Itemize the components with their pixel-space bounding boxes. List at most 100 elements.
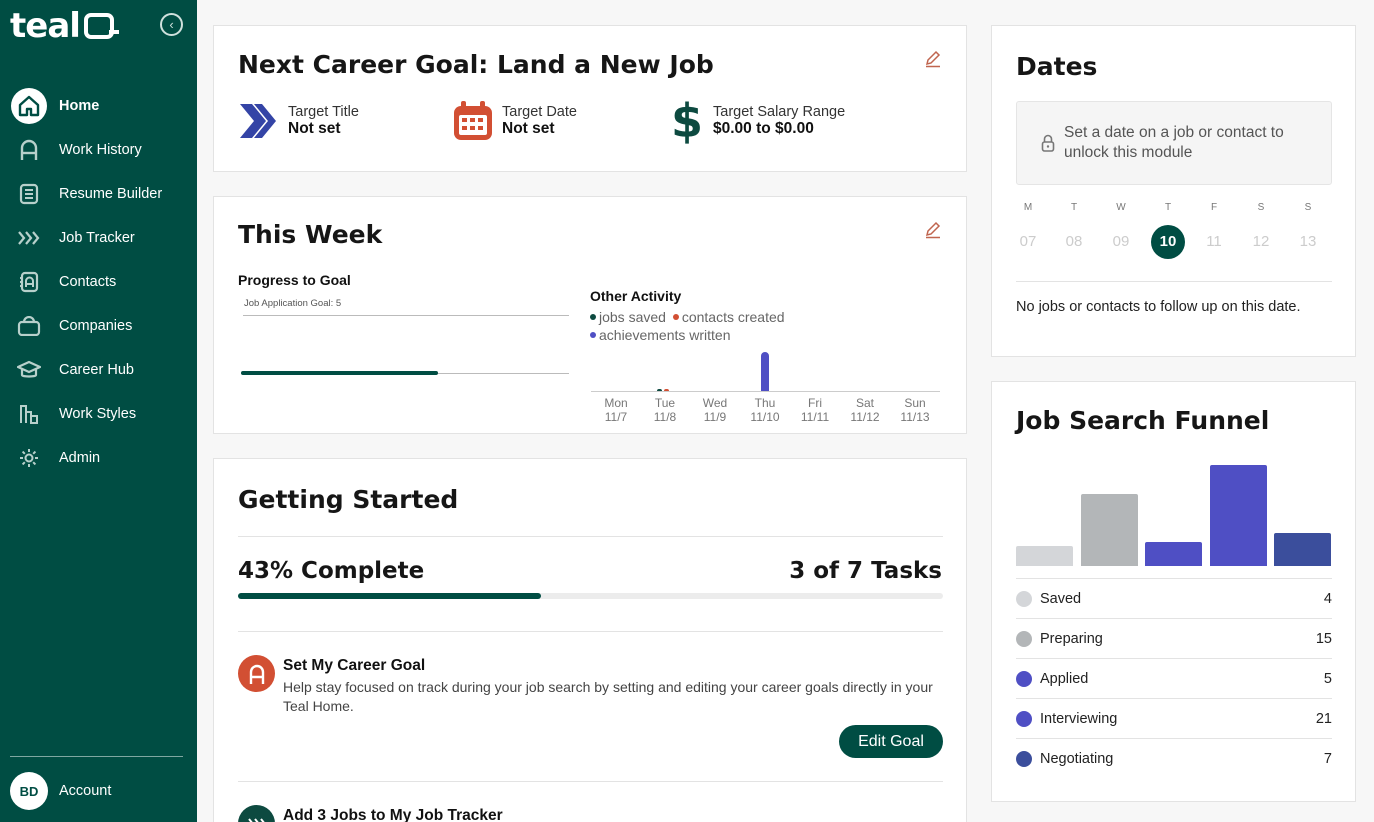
career-goal-title: Next Career Goal: Land a New Job [238, 50, 714, 79]
day-label-wed: Wed 11/9 [702, 396, 728, 424]
date-cell[interactable]: 12 [1244, 225, 1278, 259]
funnel-row-interviewing[interactable]: Interviewing 21 [1016, 698, 1332, 738]
person-icon [16, 137, 42, 163]
tue-jobs-bar [657, 389, 662, 391]
sidebar-item-companies[interactable]: Companies [0, 304, 197, 348]
this-week-title: This Week [238, 220, 383, 249]
goal-line [243, 315, 569, 316]
logo-mark-icon [83, 13, 119, 39]
getting-started-title: Getting Started [238, 485, 459, 514]
briefcase-icon [16, 313, 42, 339]
weekday-label: M [1023, 202, 1033, 213]
sidebar-item-label: Admin [59, 450, 101, 466]
funnel-row-saved[interactable]: Saved 4 [1016, 578, 1332, 618]
target-title-label: Target Title [288, 104, 359, 120]
sidebar-item-job-tracker[interactable]: Job Tracker [0, 216, 197, 260]
collapse-sidebar-button[interactable]: ‹ [160, 13, 183, 36]
target-salary-label: Target Salary Range [713, 104, 846, 120]
sidebar: teal ‹ Home Work History Resume Builder … [0, 0, 197, 822]
progress-to-goal-title: Progress to Goal [238, 272, 351, 288]
funnel-row-applied[interactable]: Applied 5 [1016, 658, 1332, 698]
percent-complete: 43% Complete [238, 558, 425, 584]
day-label-sat: Sat 11/12 [850, 396, 880, 424]
calendar-icon [452, 100, 494, 142]
edit-goal-pencil-icon[interactable] [924, 50, 944, 70]
other-activity-title: Other Activity [590, 288, 682, 304]
sidebar-item-home[interactable]: Home [0, 84, 197, 128]
tue-contacts-bar [664, 389, 669, 391]
date-cell[interactable]: 07 [1011, 225, 1045, 259]
activity-legend: jobs saved contacts created [590, 309, 785, 325]
bar-chart-icon [16, 401, 42, 427]
activity-baseline [591, 391, 940, 392]
sidebar-item-work-history[interactable]: Work History [0, 128, 197, 172]
status-dot [1016, 630, 1032, 647]
sidebar-item-label: Contacts [59, 274, 117, 290]
weekday-label: S [1257, 202, 1265, 213]
divider [238, 536, 943, 537]
this-week-card: This Week Progress to Goal Job Applicati… [213, 196, 967, 434]
sidebar-item-work-styles[interactable]: Work Styles [0, 392, 197, 436]
sidebar-item-contacts[interactable]: Contacts [0, 260, 197, 304]
day-label-sun: Sun 11/13 [900, 396, 930, 424]
task-description: Help stay focused on track during your j… [283, 679, 933, 714]
funnel-stage-name: Interviewing [1040, 710, 1118, 727]
sidebar-item-label: Companies [59, 318, 133, 334]
target-title-value: Not set [288, 120, 341, 137]
day-label-fri: Fri 11/11 [800, 396, 830, 424]
date-cell[interactable]: 11 [1197, 225, 1231, 259]
home-icon [11, 88, 47, 124]
weekday-label: S [1304, 202, 1312, 213]
funnel-bar-interviewing [1210, 465, 1267, 566]
job-search-funnel-card: Job Search Funnel Saved 4 Preparing 15 A… [991, 381, 1356, 802]
sidebar-divider [10, 756, 183, 757]
chevrons-icon [16, 225, 42, 251]
edit-goal-button[interactable]: Edit Goal [839, 725, 943, 758]
edit-week-pencil-icon[interactable] [924, 221, 944, 241]
funnel-bar-preparing [1081, 494, 1138, 566]
sidebar-item-resume-builder[interactable]: Resume Builder [0, 172, 197, 216]
funnel-bar-saved [1016, 546, 1073, 566]
contacts-created-dot [672, 314, 679, 320]
funnel-stage-count: 15 [1315, 630, 1332, 647]
funnel-title: Job Search Funnel [1016, 406, 1270, 435]
progress-to-goal-bar [241, 371, 438, 375]
divider [238, 781, 943, 782]
sidebar-item-label: Career Hub [59, 362, 134, 378]
date-cell[interactable]: 08 [1057, 225, 1091, 259]
career-goal-card: Next Career Goal: Land a New Job Target … [213, 25, 967, 172]
divider [238, 631, 943, 632]
funnel-bar-applied [1145, 542, 1202, 566]
lock-icon [1041, 134, 1055, 157]
target-salary-value: $0.00 to $0.00 [713, 120, 814, 137]
career-goal-task-icon [238, 655, 275, 692]
funnel-row-negotiating[interactable]: Negotiating 7 [1016, 738, 1332, 778]
sidebar-item-label: Resume Builder [59, 186, 163, 202]
funnel-stage-count: 5 [1323, 670, 1332, 687]
dates-empty-message: No jobs or contacts to follow up on this… [1016, 299, 1301, 315]
funnel-row-preparing[interactable]: Preparing 15 [1016, 618, 1332, 658]
sidebar-item-admin[interactable]: Admin [0, 436, 197, 480]
getting-started-progress-fill [238, 593, 542, 599]
getting-started-card: Getting Started 43% Complete 3 of 7 Task… [213, 458, 967, 822]
target-date-item: Target Date Not set [452, 100, 577, 142]
legend-jobs-saved: jobs saved [599, 309, 666, 325]
account-menu[interactable]: BD Account [10, 772, 111, 810]
teal-logo[interactable]: teal [10, 6, 119, 46]
document-icon [16, 181, 42, 207]
divider [1016, 281, 1332, 282]
sidebar-item-career-hub[interactable]: Career Hub [0, 348, 197, 392]
account-label: Account [59, 783, 112, 799]
locked-module-box: Set a date on a job or contact to unlock… [1016, 101, 1332, 185]
task-title: Set My Career Goal [283, 657, 426, 674]
date-cell-today[interactable]: 10 [1151, 225, 1185, 259]
sidebar-item-label: Home [59, 98, 100, 114]
date-cell[interactable]: 13 [1291, 225, 1325, 259]
weekday-label: F [1210, 202, 1218, 213]
day-label-tue: Tue 11/8 [653, 396, 677, 424]
day-label-mon: Mon 11/7 [604, 396, 628, 424]
task-title: Add 3 Jobs to My Job Tracker [283, 807, 503, 822]
tasks-count: 3 of 7 Tasks [789, 558, 942, 584]
jobs-saved-dot [590, 314, 596, 320]
date-cell[interactable]: 09 [1104, 225, 1138, 259]
